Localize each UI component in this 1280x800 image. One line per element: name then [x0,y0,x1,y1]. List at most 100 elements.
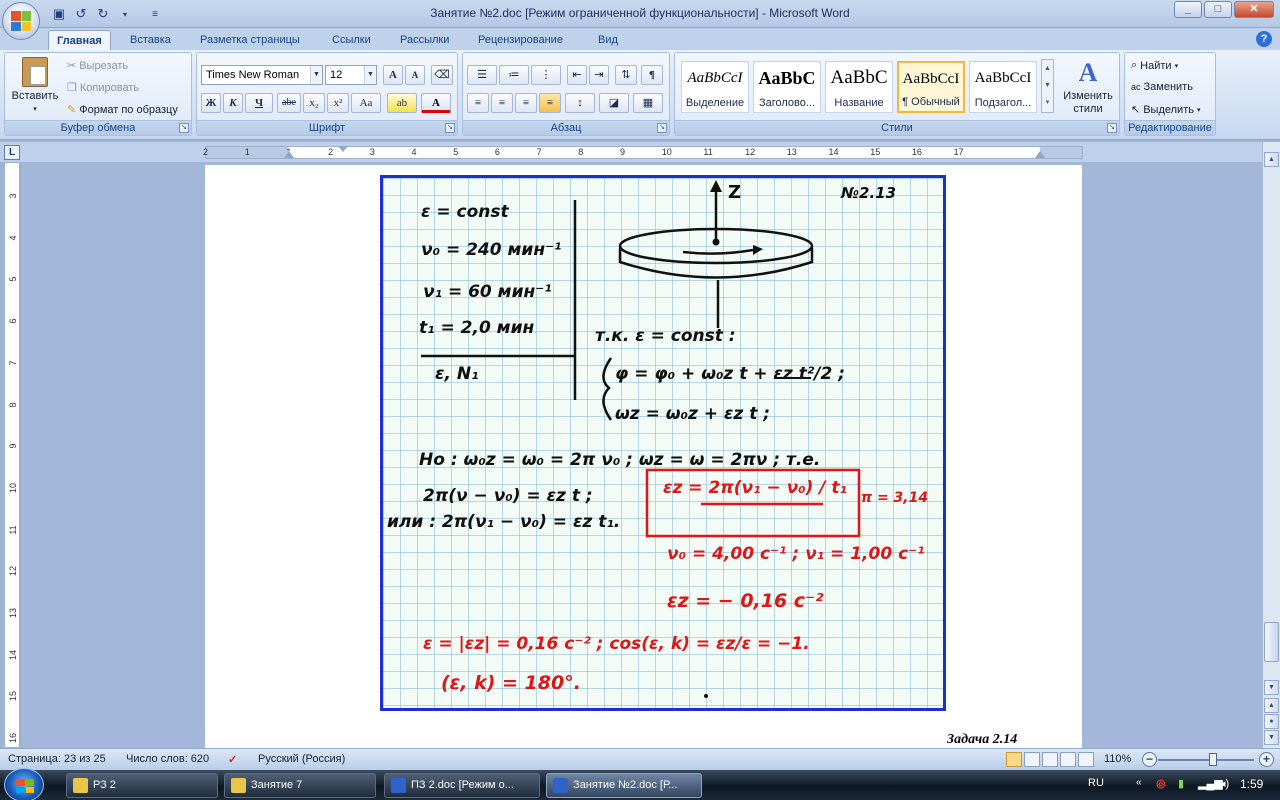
maximize-button[interactable]: □ [1204,1,1232,18]
tab-mailings[interactable]: Рассылки [392,30,457,50]
decrease-indent-icon[interactable]: ⇤ [567,65,587,85]
draft-view-icon[interactable] [1078,752,1094,767]
print-layout-icon[interactable] [1006,752,1022,767]
style-subtitle[interactable]: AaBbCcI Подзагол... [969,61,1037,113]
tab-references[interactable]: Ссылки [324,30,379,50]
first-line-indent-marker[interactable] [338,146,348,152]
font-color-icon[interactable]: A [421,93,451,113]
tab-home[interactable]: Главная [48,30,111,50]
superscript-button[interactable]: x² [327,93,349,113]
scroll-thumb[interactable] [1264,622,1279,662]
zoom-thumb[interactable] [1209,753,1218,766]
replace-button[interactable]: ac Заменить [1131,81,1193,93]
zoom-level[interactable]: 110% [1104,753,1131,765]
indent-marker[interactable] [284,151,294,158]
shrink-font-button[interactable]: A [405,65,425,85]
scroll-up-icon[interactable]: ▲ [1264,152,1279,167]
taskbar-item-zanyatie2[interactable]: Занятие №2.doc [Р... [546,773,702,798]
taskbar-item-pz2[interactable]: ПЗ 2.doc [Режим о... [384,773,540,798]
font-name-combo[interactable]: Times New Roman ▼ [201,65,323,85]
shading-icon[interactable]: ◪ [599,93,629,113]
paste-button[interactable]: Вставить ▾ [9,57,61,113]
font-launcher-icon[interactable]: ↘ [445,123,455,133]
styles-scroll[interactable]: ▲ ▼ ▾ [1041,59,1054,113]
word-count[interactable]: Число слов: 620 [126,753,209,765]
clear-formatting-icon[interactable]: ⌫ [431,65,453,85]
font-size-dropdown-icon[interactable]: ▼ [364,66,376,84]
change-case-button[interactable]: Aa [351,93,381,113]
select-button[interactable]: ↖ Выделить ▾ [1131,103,1200,117]
justify-icon[interactable]: ≡ [539,93,561,113]
grow-font-button[interactable]: A [383,65,403,85]
copy-button[interactable]: ❐ Копировать [67,81,139,95]
style-normal[interactable]: AaBbCcI ¶ Обычный [897,61,965,113]
tab-review[interactable]: Рецензирование [470,30,571,50]
vertical-scrollbar[interactable]: ▲ ▼ ▲ ● ▼ [1262,142,1280,748]
close-button[interactable]: ✕ [1234,1,1274,18]
help-icon[interactable]: ? [1256,31,1272,47]
borders-icon[interactable]: ▦ [633,93,663,113]
strikethrough-button[interactable]: abe [277,93,301,113]
scroll-down-icon[interactable]: ▼ [1264,680,1279,695]
tab-page-layout[interactable]: Разметка страницы [192,30,308,50]
line-spacing-icon[interactable]: ↕ [565,93,595,113]
taskbar-item-zanyatie7[interactable]: Занятие 7 [224,773,376,798]
tab-selector-icon[interactable]: L [4,145,20,160]
align-right-icon[interactable]: ≡ [515,93,537,113]
volume-icon[interactable]: ◂) [1220,777,1229,790]
browse-object-icon[interactable]: ● [1264,714,1279,729]
clock[interactable]: 1:59 [1240,777,1263,791]
align-center-icon[interactable]: ≡ [491,93,513,113]
zoom-out-icon[interactable]: − [1142,752,1157,767]
show-marks-button[interactable]: ¶ [641,65,663,85]
page-counter[interactable]: Страница: 23 из 25 [8,753,106,765]
increase-indent-icon[interactable]: ⇥ [589,65,609,85]
cut-button[interactable]: ✂ Вырезать [67,59,128,73]
highlight-icon[interactable]: ab [387,93,417,113]
network-icon[interactable]: ▮ [1178,777,1184,790]
sort-icon[interactable]: ⇅ [615,65,637,85]
change-styles-button[interactable]: A Изменить стили [1059,59,1117,116]
start-button[interactable] [4,768,44,800]
underline-button[interactable]: Ч [245,93,273,113]
web-layout-icon[interactable] [1042,752,1058,767]
format-painter-button[interactable]: ✎ Формат по образцу [67,103,178,117]
subscript-button[interactable]: x₂ [303,93,325,113]
horizontal-ruler[interactable]: 2 1 1 2 3 4 5 6 7 8 9 10 11 12 13 14 15 16 17 [203,146,1083,159]
antivirus-icon[interactable]: ◎ [1156,777,1166,790]
tray-arrows-icon[interactable]: « [1136,777,1142,788]
outline-view-icon[interactable] [1060,752,1076,767]
language[interactable]: Русский (Россия) [258,753,345,765]
zoom-slider[interactable] [1158,759,1254,761]
document-page[interactable]: №2.13 Z ε = const ν₀ = 240 мин⁻¹ ν₁ = 60… [205,165,1082,748]
align-left-icon[interactable]: ≡ [467,93,489,113]
styles-launcher-icon[interactable]: ↘ [1107,123,1117,133]
italic-button[interactable]: К [223,93,243,113]
clipboard-launcher-icon[interactable]: ↘ [179,123,189,133]
taskbar-item-rz2[interactable]: РЗ 2 [66,773,218,798]
full-screen-reading-icon[interactable] [1024,752,1040,767]
numbering-icon[interactable]: ≔ [499,65,529,85]
find-button[interactable]: ⌕ Найти ▾ [1131,59,1178,72]
office-button[interactable] [2,2,40,40]
style-heading[interactable]: AaBbC Заголово... [753,61,821,113]
style-emphasis[interactable]: AaBbCcI Выделение [681,61,749,113]
minimize-button[interactable]: _ [1174,1,1202,18]
bold-button[interactable]: Ж [201,93,221,113]
tab-view[interactable]: Вид [590,30,626,50]
zoom-in-icon[interactable]: + [1259,752,1274,767]
multilevel-list-icon[interactable]: ⋮ [531,65,561,85]
vertical-ruler[interactable]: 3 4 5 6 7 8 9 10 11 12 13 14 15 16 [4,162,20,748]
spellcheck-icon[interactable]: ✓ [228,753,237,766]
document-area[interactable]: №2.13 Z ε = const ν₀ = 240 мин⁻¹ ν₁ = 60… [22,162,1262,748]
paragraph-launcher-icon[interactable]: ↘ [657,123,667,133]
signal-icon[interactable]: ▂▄▆ [1198,777,1223,790]
tab-insert[interactable]: Вставка [122,30,179,50]
font-size-combo[interactable]: 12 ▼ [325,65,377,85]
font-name-dropdown-icon[interactable]: ▼ [310,66,322,84]
language-indicator[interactable]: RU [1088,777,1104,789]
next-page-icon[interactable]: ▼ [1264,730,1279,745]
previous-page-icon[interactable]: ▲ [1264,698,1279,713]
right-indent-marker[interactable] [1035,151,1045,158]
style-title[interactable]: AaBbC Название [825,61,893,113]
